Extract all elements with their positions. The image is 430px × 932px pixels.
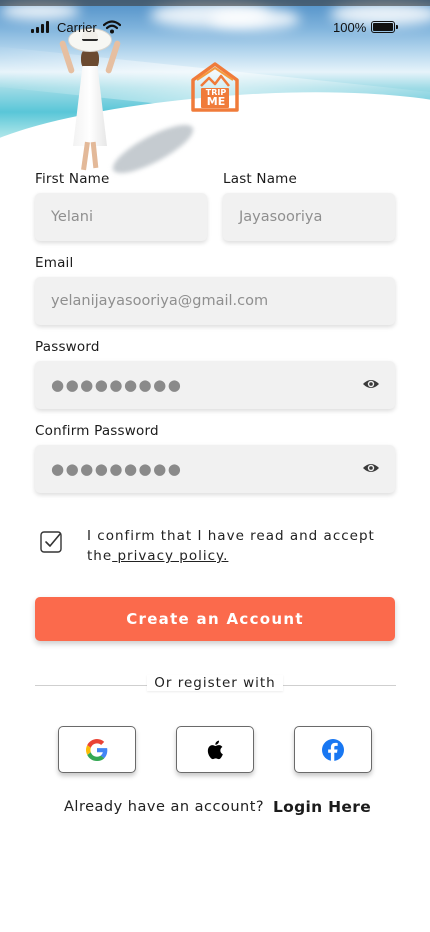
last-name-field[interactable]: Jayasooriya — [223, 193, 395, 241]
google-icon — [86, 738, 108, 761]
figure-leg — [81, 141, 90, 171]
divider-line-left — [35, 685, 147, 686]
last-name-value: Jayasooriya — [239, 209, 323, 225]
email-label: Email — [35, 255, 74, 271]
signal-icon — [31, 21, 49, 33]
privacy-policy-link[interactable]: privacy policy. — [112, 548, 228, 564]
email-field[interactable]: yelanijayasooriya@gmail.com — [35, 277, 395, 325]
battery-icon — [371, 21, 398, 33]
password-value: ●●●●●●●●● — [51, 376, 183, 394]
carrier-label: Carrier — [57, 20, 97, 35]
first-name-field[interactable]: Yelani — [35, 193, 207, 241]
google-button[interactable] — [58, 726, 136, 773]
wifi-icon — [103, 20, 121, 34]
first-name-value: Yelani — [51, 209, 93, 225]
logo-text: TRIP ME — [199, 88, 233, 108]
battery-percent: 100% — [333, 20, 367, 35]
create-account-button[interactable]: Create an Account — [35, 597, 395, 641]
status-bar: Carrier 100% — [0, 18, 430, 38]
divider-line-right — [283, 685, 396, 686]
woman-figure — [48, 26, 199, 186]
eye-icon[interactable] — [362, 377, 380, 391]
confirm-password-label: Confirm Password — [35, 423, 159, 439]
facebook-button[interactable] — [294, 726, 372, 773]
last-name-label: Last Name — [223, 171, 298, 187]
already-have-account-text: Already have an account? — [64, 799, 265, 815]
confirm-password-value: ●●●●●●●●● — [51, 460, 183, 478]
login-here-link[interactable]: Login Here — [273, 798, 371, 816]
eye-icon[interactable] — [362, 461, 380, 475]
consent-text: I confirm that I have read and accept th… — [87, 526, 397, 566]
consent-checkbox[interactable] — [40, 531, 62, 553]
logo-text-bottom: ME — [206, 95, 226, 108]
apple-button[interactable] — [176, 726, 254, 773]
figure-shadow — [107, 116, 199, 182]
figure-dress — [73, 66, 107, 146]
top-edge — [0, 0, 430, 6]
password-field[interactable]: ●●●●●●●●● — [35, 361, 395, 409]
confirm-password-field[interactable]: ●●●●●●●●● — [35, 445, 395, 493]
password-label: Password — [35, 339, 100, 355]
apple-icon — [207, 740, 223, 759]
register-with-divider: Or register with — [147, 675, 283, 691]
first-name-label: First Name — [35, 171, 110, 187]
email-value: yelanijayasooriya@gmail.com — [51, 293, 269, 309]
facebook-icon — [322, 738, 344, 761]
